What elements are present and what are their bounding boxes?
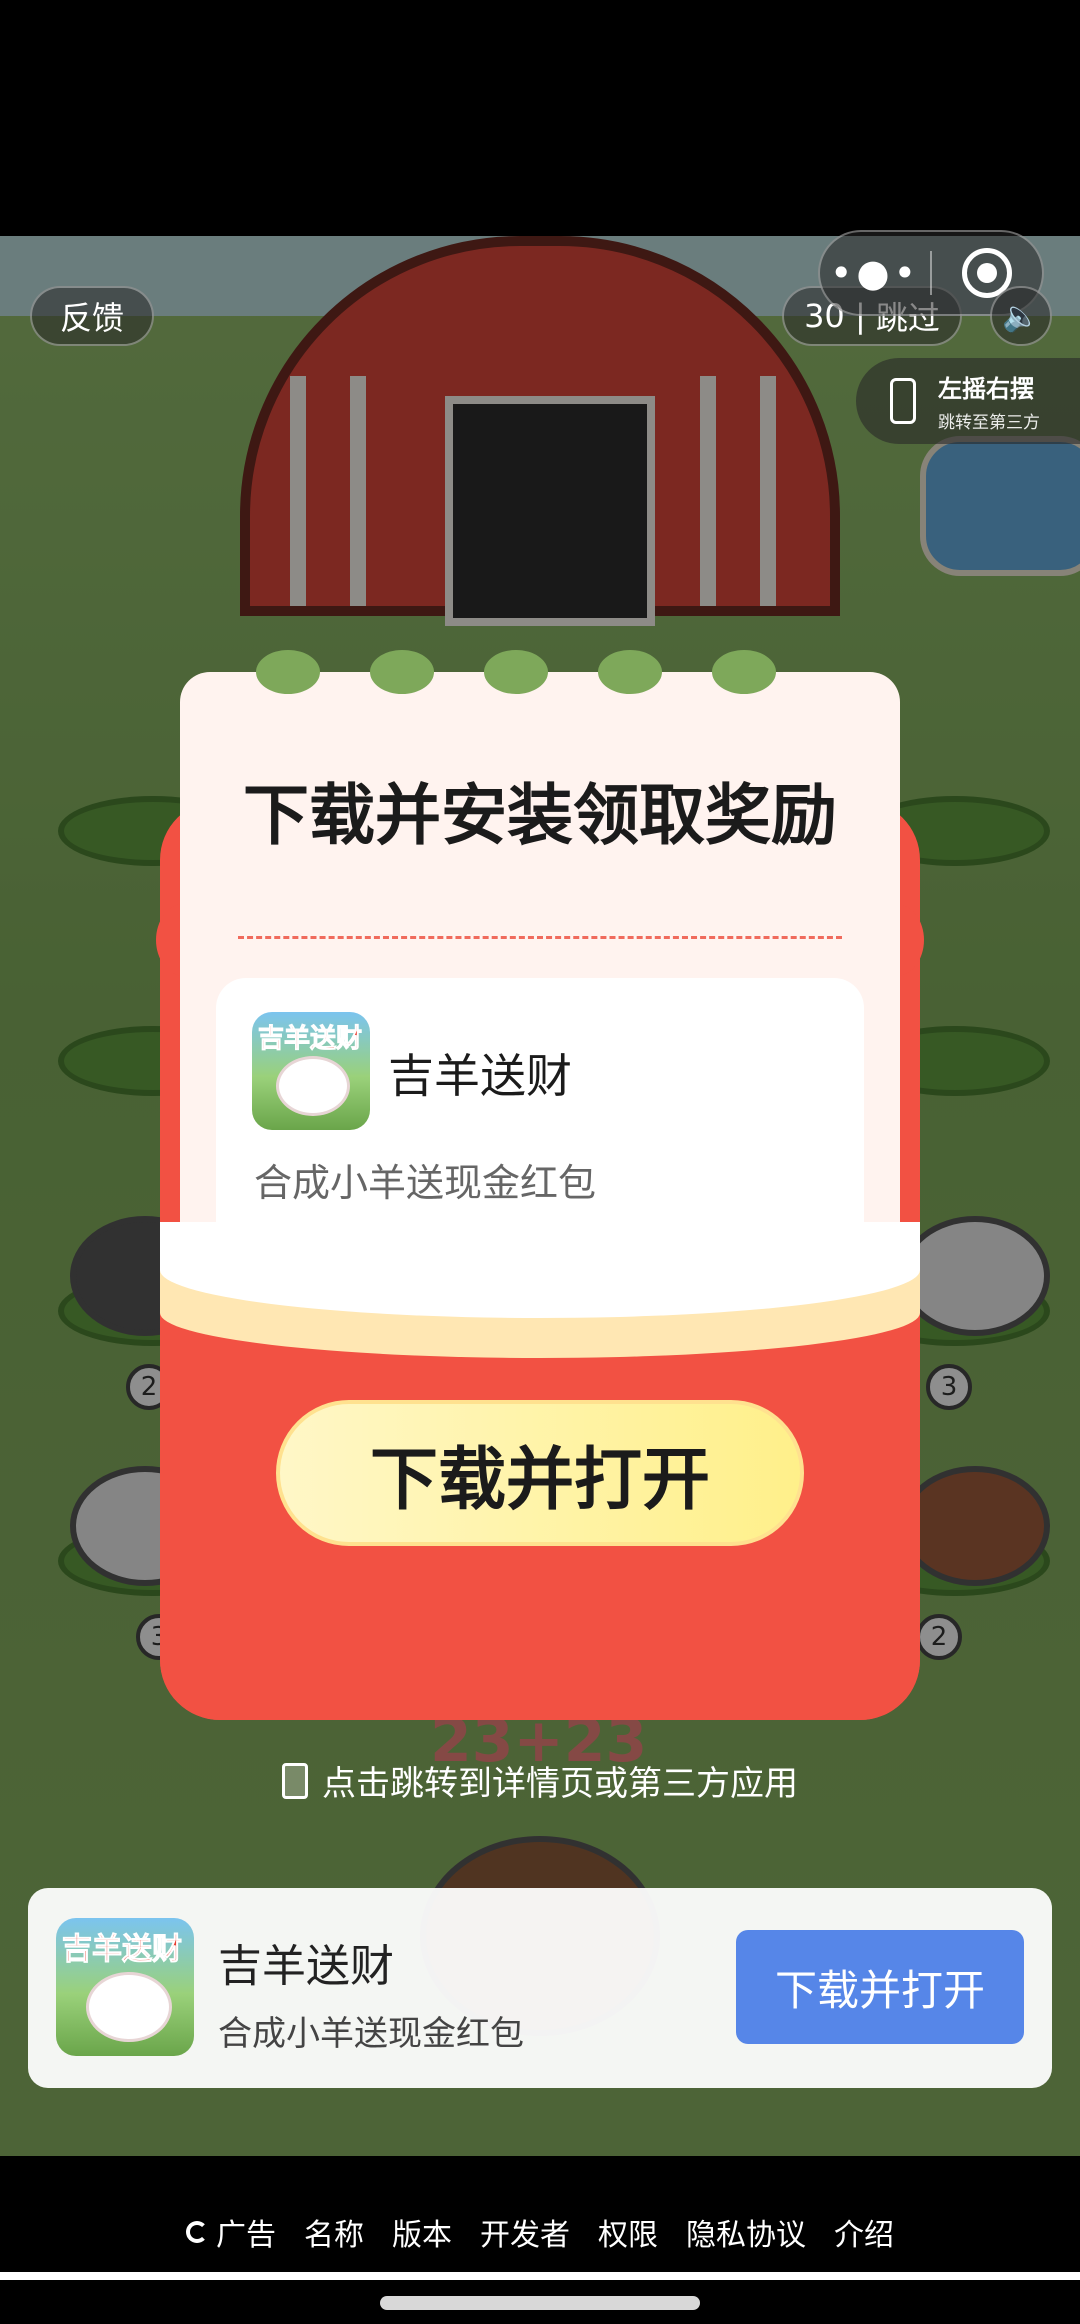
card-bottom-curve [160,1222,920,1318]
footer-links: 广告 名称 版本 开发者 权限 隐私协议 介绍 [0,2210,1080,2254]
footer-link-permissions[interactable]: 权限 [598,2210,658,2254]
banner-app-icon-text: 吉羊送财 [62,1932,183,1968]
app-name: 吉羊送财 [388,1049,572,1103]
ticket-scallop [712,650,776,694]
ticket-scallop [484,650,548,694]
dashed-divider [238,936,842,939]
shake-tip: 左摇右摆 跳转至第三方 [856,358,1080,444]
banner-app-description: 合成小羊送现金红包 [218,2014,524,2054]
phone-icon [890,378,916,424]
banner-download-button[interactable]: 下载并打开 [736,1930,1024,2044]
ticket-scallop [370,650,434,694]
shake-title: 左摇右摆 [938,375,1034,403]
footer-link-name[interactable]: 名称 [304,2210,364,2254]
ticket-scallop [598,650,662,694]
tablet-icon [282,1762,308,1799]
sound-button[interactable]: 🔈 [990,286,1052,346]
download-open-button[interactable]: 下载并打开 [276,1400,804,1546]
more-dots-icon[interactable]: •●• [820,254,930,292]
ad-progress-bar [0,2272,1080,2280]
ad-icon [186,2221,208,2243]
app-icon: 吉羊送财 [252,1012,370,1130]
footer-link-version[interactable]: 版本 [392,2210,452,2254]
footer-link-developer[interactable]: 开发者 [480,2210,570,2254]
footer-link-ad[interactable]: 广告 [186,2210,276,2254]
feedback-button[interactable]: 反馈 [30,286,154,346]
footer-link-intro[interactable]: 介绍 [834,2210,894,2254]
home-indicator[interactable] [380,2296,700,2310]
speaker-icon: 🔈 [1002,298,1040,334]
jump-hint-text: 点击跳转到详情页或第三方应用 [322,1764,798,1804]
footer-link-privacy[interactable]: 隐私协议 [686,2210,806,2254]
app-banner[interactable]: 吉羊送财 吉羊送财 合成小羊送现金红包 下载并打开 [28,1888,1052,2088]
sheep-icon [86,1972,172,2042]
shake-subtitle: 跳转至第三方 [938,413,1040,433]
app-description: 合成小羊送现金红包 [254,1161,597,1205]
app-icon-text: 吉羊送财 [257,1024,363,1055]
ad-progress-fill [0,2272,1080,2280]
sheep-icon [276,1056,350,1116]
ticket-scallop [256,650,320,694]
footer-link-label: 广告 [216,2218,276,2253]
modal-title: 下载并安装领取奖励 [243,777,837,854]
ad-footer: 广告 名称 版本 开发者 权限 隐私协议 介绍 [0,2156,1080,2324]
banner-app-icon: 吉羊送财 [56,1918,194,2056]
jump-hint: 点击跳转到详情页或第三方应用 [0,1756,1080,1805]
banner-app-name: 吉羊送财 [218,1941,394,1992]
